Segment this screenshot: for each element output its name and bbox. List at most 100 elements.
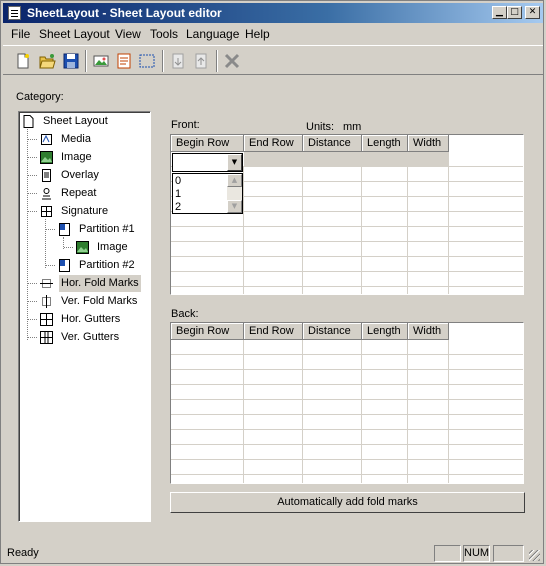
open-button[interactable] xyxy=(37,51,57,71)
table-row[interactable] xyxy=(171,400,523,415)
front-col-begin-row[interactable]: Begin Row xyxy=(171,135,244,152)
front-col-width[interactable]: Width xyxy=(408,135,449,152)
back-col-width[interactable]: Width xyxy=(408,323,449,340)
table-row[interactable] xyxy=(171,415,523,430)
back-col-distance[interactable]: Distance xyxy=(303,323,362,340)
partition-icon xyxy=(59,259,70,272)
dropdown-scrollbar[interactable]: ▲ ▼ xyxy=(227,174,242,213)
toolbar xyxy=(3,45,543,75)
toolbar-separator xyxy=(216,50,218,72)
front-label: Front: xyxy=(171,119,200,131)
table-row[interactable] xyxy=(171,355,523,370)
hor-gutters-icon xyxy=(40,313,53,326)
tree-line xyxy=(28,157,37,158)
menu-sheet-layout[interactable]: Sheet Layout xyxy=(39,27,110,41)
table-row[interactable] xyxy=(171,430,523,445)
menu-file[interactable]: File xyxy=(11,27,30,41)
menu-tools[interactable]: Tools xyxy=(150,27,178,41)
resize-grip[interactable] xyxy=(529,550,540,561)
ver-fold-marks-icon xyxy=(42,295,51,308)
scroll-up-button[interactable]: ▲ xyxy=(227,174,242,187)
tree-line xyxy=(46,265,55,266)
units-value: mm xyxy=(343,121,362,133)
close-button[interactable]: ✕ xyxy=(525,6,540,19)
dropdown-option[interactable]: 2 xyxy=(175,201,181,214)
image-icon xyxy=(76,241,89,254)
minimize-button[interactable]: ▁ xyxy=(492,6,507,19)
table-row[interactable] xyxy=(171,370,523,385)
table-row[interactable] xyxy=(171,340,523,355)
table-row[interactable] xyxy=(171,242,523,257)
hor-fold-marks-icon xyxy=(40,279,53,288)
begin-row-combo[interactable]: ▼ xyxy=(172,153,243,172)
table-row[interactable] xyxy=(171,460,523,475)
maximize-button[interactable]: □ xyxy=(507,6,522,19)
dropdown-option[interactable]: 0 xyxy=(175,175,181,188)
table-row[interactable] xyxy=(171,257,523,272)
status-panel xyxy=(493,545,524,562)
tree-line xyxy=(46,229,55,230)
back-col-end-row[interactable]: End Row xyxy=(244,323,303,340)
status-panel xyxy=(434,545,461,562)
front-col-end-row[interactable]: End Row xyxy=(244,135,303,152)
tree-line xyxy=(28,139,37,140)
menu-bar: File Sheet Layout View Tools Language He… xyxy=(3,24,543,43)
save-icon xyxy=(63,53,79,69)
table-row[interactable] xyxy=(171,445,523,460)
title-bar[interactable]: SheetLayout - Sheet Layout editor ▁ □ ✕ xyxy=(3,3,543,23)
overlay-icon xyxy=(42,169,51,182)
tree-line xyxy=(28,283,37,284)
save-button[interactable] xyxy=(61,51,81,71)
tree-line xyxy=(28,175,37,176)
back-col-length[interactable]: Length xyxy=(362,323,408,340)
table-row[interactable] xyxy=(171,385,523,400)
minimize-icon: ▁ xyxy=(496,7,503,17)
num-lock-indicator: NUM xyxy=(463,545,490,562)
auto-add-fold-marks-button[interactable]: Automatically add fold marks xyxy=(170,492,525,513)
delete-icon xyxy=(224,53,240,69)
window-title: SheetLayout - Sheet Layout editor xyxy=(27,6,222,20)
begin-row-dropdown[interactable]: 0 1 2 ▲ ▼ xyxy=(172,173,243,214)
open-icon xyxy=(39,54,56,69)
move-down-icon xyxy=(172,53,184,69)
category-label: Category: xyxy=(16,91,64,103)
table-row[interactable] xyxy=(171,212,523,227)
dropdown-button[interactable]: ▼ xyxy=(227,154,242,171)
properties-button[interactable] xyxy=(114,51,134,71)
media-icon xyxy=(41,134,52,145)
tree-line xyxy=(28,337,37,338)
repeat-icon xyxy=(42,188,51,200)
tree-line xyxy=(27,129,28,340)
back-grid[interactable]: Begin Row End Row Distance Length Width xyxy=(170,322,524,484)
page-icon xyxy=(23,115,34,128)
back-col-begin-row[interactable]: Begin Row xyxy=(171,323,244,340)
toolbar-separator xyxy=(162,50,164,72)
signature-icon xyxy=(41,206,52,217)
menu-help[interactable]: Help xyxy=(245,27,270,41)
menu-language[interactable]: Language xyxy=(186,27,239,41)
scroll-down-button[interactable]: ▼ xyxy=(227,200,242,213)
move-up-button xyxy=(191,51,211,71)
scroll-down-icon: ▼ xyxy=(231,202,238,210)
maximize-icon: □ xyxy=(510,7,519,17)
move-down-button xyxy=(168,51,188,71)
front-col-distance[interactable]: Distance xyxy=(303,135,362,152)
category-tree[interactable]: Sheet Layout Media Image Overlay Repeat … xyxy=(18,111,151,522)
status-bar: Ready NUM xyxy=(3,544,543,563)
front-grid[interactable]: Begin Row End Row Distance Length Width … xyxy=(170,134,524,295)
menu-view[interactable]: View xyxy=(115,27,141,41)
close-icon: ✕ xyxy=(528,7,537,17)
table-row[interactable] xyxy=(171,227,523,242)
tree-line xyxy=(28,319,37,320)
new-button[interactable] xyxy=(13,51,33,71)
dropdown-option[interactable]: 1 xyxy=(175,188,181,201)
ver-gutters-icon xyxy=(40,331,53,344)
partition-icon xyxy=(59,223,70,236)
table-row[interactable] xyxy=(171,272,523,287)
image-button[interactable] xyxy=(91,51,111,71)
delete-button xyxy=(222,51,242,71)
select-button[interactable] xyxy=(137,51,157,71)
app-icon xyxy=(8,6,21,20)
front-col-length[interactable]: Length xyxy=(362,135,408,152)
toolbar-separator xyxy=(85,50,87,72)
